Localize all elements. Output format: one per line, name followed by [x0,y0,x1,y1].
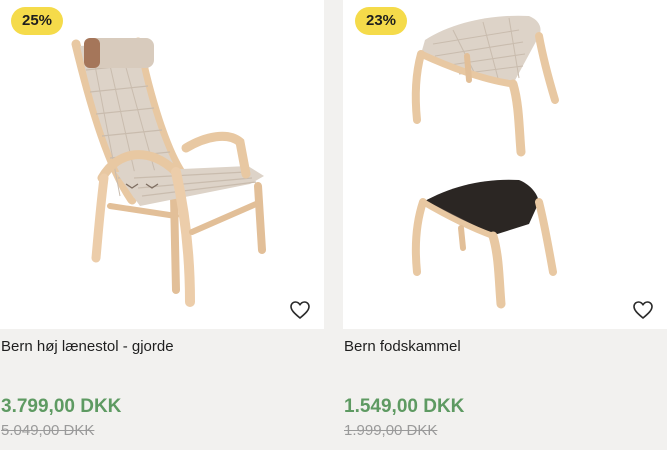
product-card[interactable]: 23% Bern fodskammel 1.549,00 DKK 1.999,0… [343,0,667,450]
product-card[interactable]: 25% Bern høj lænestol - gjorde 3.799,00 … [0,0,324,450]
heart-outline-icon[interactable] [288,298,312,322]
sale-price: 1.549,00 DKK [344,396,465,417]
original-price: 5.049,00 DKK [1,422,95,439]
product-title[interactable]: Bern høj lænestol - gjorde [1,338,174,355]
discount-badge: 23% [355,7,407,35]
discount-badge: 25% [11,7,63,35]
sale-price: 3.799,00 DKK [1,396,122,417]
product-title[interactable]: Bern fodskammel [344,338,461,355]
product-image-box[interactable]: 23% [343,0,667,329]
heart-outline-icon[interactable] [631,298,655,322]
footstool-image [411,15,559,309]
armchair-image [71,37,266,307]
original-price: 1.999,00 DKK [344,422,438,439]
product-image-box[interactable]: 25% [0,0,324,329]
